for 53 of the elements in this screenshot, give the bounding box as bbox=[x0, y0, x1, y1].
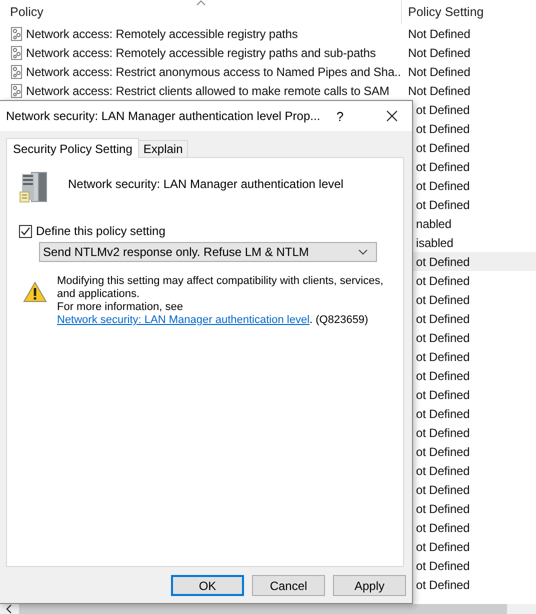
close-icon bbox=[386, 110, 398, 122]
policy-setting: ot Defined bbox=[416, 160, 470, 174]
policy-setting: Not Defined bbox=[408, 84, 470, 98]
policy-setting: Not Defined bbox=[408, 46, 470, 60]
policy-name: Network access: Remotely accessible registry paths bbox=[26, 26, 298, 40]
list-row[interactable]: Network access: Remotely accessible registry paths and sub-paths Not Defined bbox=[0, 43, 536, 62]
dialog-button[interactable]: OK bbox=[171, 575, 244, 596]
help-button[interactable]: ? bbox=[328, 101, 352, 131]
policy-setting: ot Defined bbox=[416, 388, 470, 402]
policy-setting: ot Defined bbox=[416, 122, 470, 136]
policy-icon bbox=[10, 26, 24, 40]
list-row[interactable]: Network access: Restrict clients allowed to make remote calls to SAM Not Defined bbox=[0, 81, 536, 100]
checkbox-label: Define this policy setting bbox=[36, 224, 166, 238]
tab[interactable]: Security Policy Setting bbox=[6, 138, 140, 158]
policy-name: Network access: Restrict clients allowed to make remote calls to SAM bbox=[26, 84, 390, 98]
policy-name: Network access: Remotely accessible registry paths and sub-paths bbox=[26, 46, 376, 60]
help-link[interactable]: Network security: LAN Manager authentication level bbox=[57, 314, 310, 326]
policy-heading: Network security: LAN Manager authentication level bbox=[68, 177, 344, 191]
column-header[interactable]: Policy Setting bbox=[402, 0, 536, 24]
checkbox[interactable] bbox=[19, 224, 32, 238]
warning-text: Modifying this setting may affect compatibility with clients, services, and applications. bbox=[57, 275, 384, 301]
column-header[interactable]: Policy bbox=[0, 0, 402, 24]
scroll-left-icon bbox=[6, 604, 13, 614]
policy-setting: ot Defined bbox=[416, 426, 470, 440]
dropdown[interactable]: Send NTLMv2 response only. Refuse LM & NTLM bbox=[39, 242, 377, 262]
policy-setting: ot Defined bbox=[416, 520, 470, 534]
policy-icon bbox=[10, 64, 24, 78]
policy-setting: ot Defined bbox=[416, 464, 470, 478]
policy-setting: Not Defined bbox=[408, 26, 470, 40]
policy-setting: ot Defined bbox=[416, 330, 470, 344]
policy-icon bbox=[10, 84, 24, 98]
policy-setting: ot Defined bbox=[416, 350, 470, 364]
policy-setting: Not Defined bbox=[408, 64, 470, 78]
policy-setting: ot Defined bbox=[416, 540, 470, 554]
warning-icon bbox=[23, 281, 47, 303]
policy-setting: ot Defined bbox=[416, 444, 470, 458]
tab[interactable]: Explain bbox=[138, 140, 188, 157]
policy-icon bbox=[10, 46, 24, 60]
policy-setting: ot Defined bbox=[416, 254, 470, 268]
policy-name: Network access: Restrict anonymous access to Named Pipes and Sha... bbox=[26, 64, 402, 78]
policy-setting: ot Defined bbox=[416, 482, 470, 496]
policy-setting: ot Defined bbox=[416, 368, 470, 382]
list-row[interactable]: Network access: Remotely accessible registry paths Not Defined bbox=[0, 24, 536, 43]
chevron-down-icon bbox=[358, 249, 368, 255]
dialog-button[interactable]: Cancel bbox=[252, 575, 325, 596]
more-info-text: For more information, see Network security: LAN Manager authentication level. (Q823659) bbox=[57, 301, 370, 327]
policy-setting: ot Defined bbox=[416, 198, 470, 212]
policy-setting: ot Defined bbox=[416, 406, 470, 420]
policy-setting: ot Defined bbox=[416, 502, 470, 516]
dialog-button[interactable]: Apply bbox=[333, 575, 406, 596]
policy-setting: ot Defined bbox=[416, 558, 470, 572]
window-title: Network security: LAN Manager authentication level Prop... bbox=[6, 109, 322, 123]
list-row[interactable]: Network access: Restrict anonymous access to Named Pipes and Sha... Not Defined bbox=[0, 62, 536, 81]
